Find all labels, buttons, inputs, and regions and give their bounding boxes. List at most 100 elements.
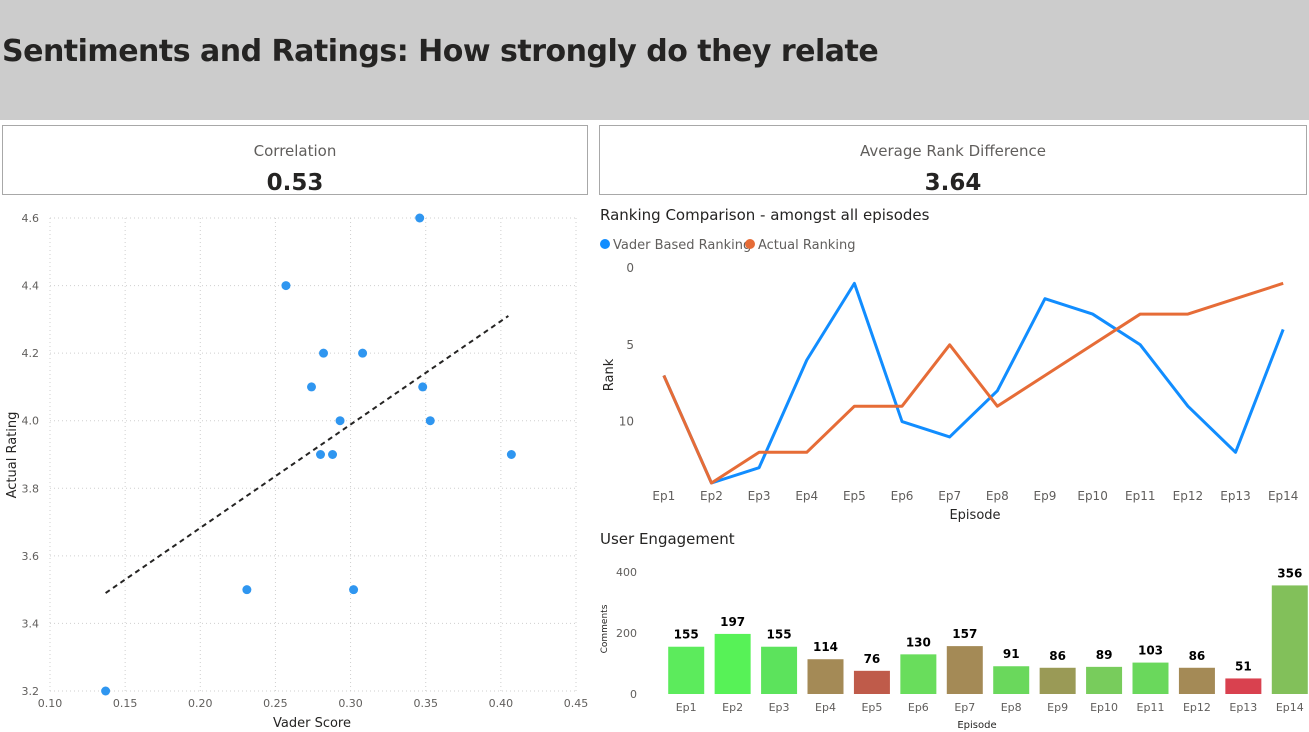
y-axis-title: Actual Rating xyxy=(5,412,20,499)
x-axis-title: Episode xyxy=(957,720,996,731)
x-tick-label: Ep1 xyxy=(652,489,675,503)
x-tick-label: Ep8 xyxy=(1001,701,1022,714)
legend-label: Actual Ranking xyxy=(758,238,855,253)
x-tick-label: Ep11 xyxy=(1137,701,1165,714)
x-tick-label: Ep10 xyxy=(1077,489,1107,503)
scatter-point xyxy=(101,686,111,696)
scatter-point xyxy=(316,450,326,459)
scatter-point xyxy=(306,382,316,392)
x-tick-label: Ep1 xyxy=(676,701,697,714)
x-tick-label: Ep9 xyxy=(1047,701,1068,714)
scatter-point xyxy=(242,585,252,595)
bar-data-label: 89 xyxy=(1096,648,1113,662)
x-tick-label: Ep3 xyxy=(748,489,771,503)
x-tick-label: 0.20 xyxy=(188,697,213,710)
bar-data-label: 91 xyxy=(1003,647,1020,661)
y-tick-label: 3.8 xyxy=(22,482,40,495)
engagement-bar xyxy=(993,666,1030,694)
engagement-bar xyxy=(1086,666,1123,694)
scatter-point xyxy=(415,213,425,223)
x-tick-label: Ep7 xyxy=(954,701,975,714)
x-tick-label: Ep5 xyxy=(843,489,866,503)
y-tick-label: 3.6 xyxy=(22,550,40,563)
x-tick-label: Ep2 xyxy=(722,701,743,714)
bar-data-label: 114 xyxy=(813,640,838,654)
bar-data-label: 197 xyxy=(720,615,745,629)
x-tick-label: Ep11 xyxy=(1125,489,1155,503)
x-tick-label: Ep6 xyxy=(908,701,929,714)
x-tick-label: 0.35 xyxy=(413,697,438,710)
x-tick-label: Ep8 xyxy=(986,489,1009,503)
x-tick-label: 0.15 xyxy=(113,697,138,710)
legend-marker xyxy=(600,239,610,249)
y-tick-label: 0 xyxy=(626,261,634,275)
bar-data-label: 76 xyxy=(864,652,881,666)
bar-data-label: 86 xyxy=(1189,649,1206,663)
engagement-bar xyxy=(761,646,798,694)
bar-data-label: 86 xyxy=(1049,649,1066,663)
x-tick-label: 0.45 xyxy=(564,697,589,710)
x-tick-label: Ep12 xyxy=(1173,489,1203,503)
x-tick-label: Ep12 xyxy=(1183,701,1211,714)
x-tick-label: Ep14 xyxy=(1268,489,1298,503)
x-tick-label: Ep7 xyxy=(938,489,961,503)
y-tick-label: 400 xyxy=(616,566,637,579)
x-axis-title: Vader Score xyxy=(273,716,351,731)
scatter-point xyxy=(335,416,345,426)
engagement-bar xyxy=(1039,667,1076,694)
scatter-point xyxy=(425,416,435,426)
charts-canvas: 3.2 3.4 3.6 3.8 4.0 4.2 4.4 4.6 0.10 0.15 0.20 0.25… xyxy=(5,206,1308,731)
y-tick-label: 3.2 xyxy=(22,685,40,698)
y-tick-label: 10 xyxy=(619,415,634,429)
x-tick-label: Ep4 xyxy=(815,701,836,714)
scatter-point xyxy=(319,348,329,358)
x-tick-label: Ep3 xyxy=(769,701,790,714)
ranking-line-chart: Ranking Comparison - amongst all episode… xyxy=(600,206,1298,523)
scatter-point xyxy=(281,281,291,291)
y-tick-label: 0 xyxy=(630,688,637,701)
bar-data-label: 51 xyxy=(1235,659,1252,673)
bar-data-label: 155 xyxy=(767,628,792,642)
engagement-bar-chart: User Engagement 0 200 400 Comments 155 Ep1 197 E… xyxy=(600,530,1308,731)
engagement-bar xyxy=(853,670,890,694)
bar-data-label: 103 xyxy=(1138,644,1163,658)
bar-data-label: 155 xyxy=(674,628,699,642)
trend-line xyxy=(105,315,509,594)
engagement-chart-title: User Engagement xyxy=(600,530,735,548)
engagement-bar xyxy=(668,646,705,694)
scatter-point xyxy=(328,450,338,459)
x-tick-label: 0.30 xyxy=(338,697,363,710)
scatter-chart: 3.2 3.4 3.6 3.8 4.0 4.2 4.4 4.6 0.10 0.15 0.20 0.25… xyxy=(5,212,588,731)
scatter-point xyxy=(418,382,428,392)
actual-ranking-line xyxy=(662,281,1284,485)
engagement-bar xyxy=(900,654,937,694)
x-tick-label: Ep5 xyxy=(861,701,882,714)
scatter-point xyxy=(349,585,359,595)
y-tick-label: 4.6 xyxy=(22,212,40,225)
x-tick-label: 0.10 xyxy=(38,697,63,710)
legend-label: Vader Based Ranking xyxy=(613,238,751,253)
x-tick-label: Ep4 xyxy=(795,489,818,503)
x-tick-label: Ep2 xyxy=(700,489,723,503)
engagement-bar xyxy=(807,659,844,694)
y-tick-label: 4.2 xyxy=(22,347,40,360)
x-tick-label: Ep13 xyxy=(1220,489,1250,503)
y-tick-label: 3.4 xyxy=(22,617,40,630)
engagement-bar xyxy=(1132,662,1169,694)
engagement-bar xyxy=(1271,585,1308,694)
x-tick-label: Ep14 xyxy=(1276,701,1304,714)
legend-marker xyxy=(745,239,755,249)
bar-data-label: 157 xyxy=(952,627,977,641)
x-tick-label: Ep10 xyxy=(1090,701,1118,714)
x-axis-title: Episode xyxy=(949,508,1000,523)
y-tick-label: 5 xyxy=(626,338,634,352)
scatter-point xyxy=(358,348,368,358)
y-tick-label: 200 xyxy=(616,627,637,640)
bar-data-label: 356 xyxy=(1277,566,1302,580)
x-tick-label: 0.25 xyxy=(263,697,288,710)
x-tick-label: Ep6 xyxy=(891,489,914,503)
engagement-bar xyxy=(946,646,983,694)
bar-data-label: 130 xyxy=(906,635,931,649)
x-tick-label: Ep13 xyxy=(1229,701,1257,714)
scatter-point xyxy=(506,450,516,459)
